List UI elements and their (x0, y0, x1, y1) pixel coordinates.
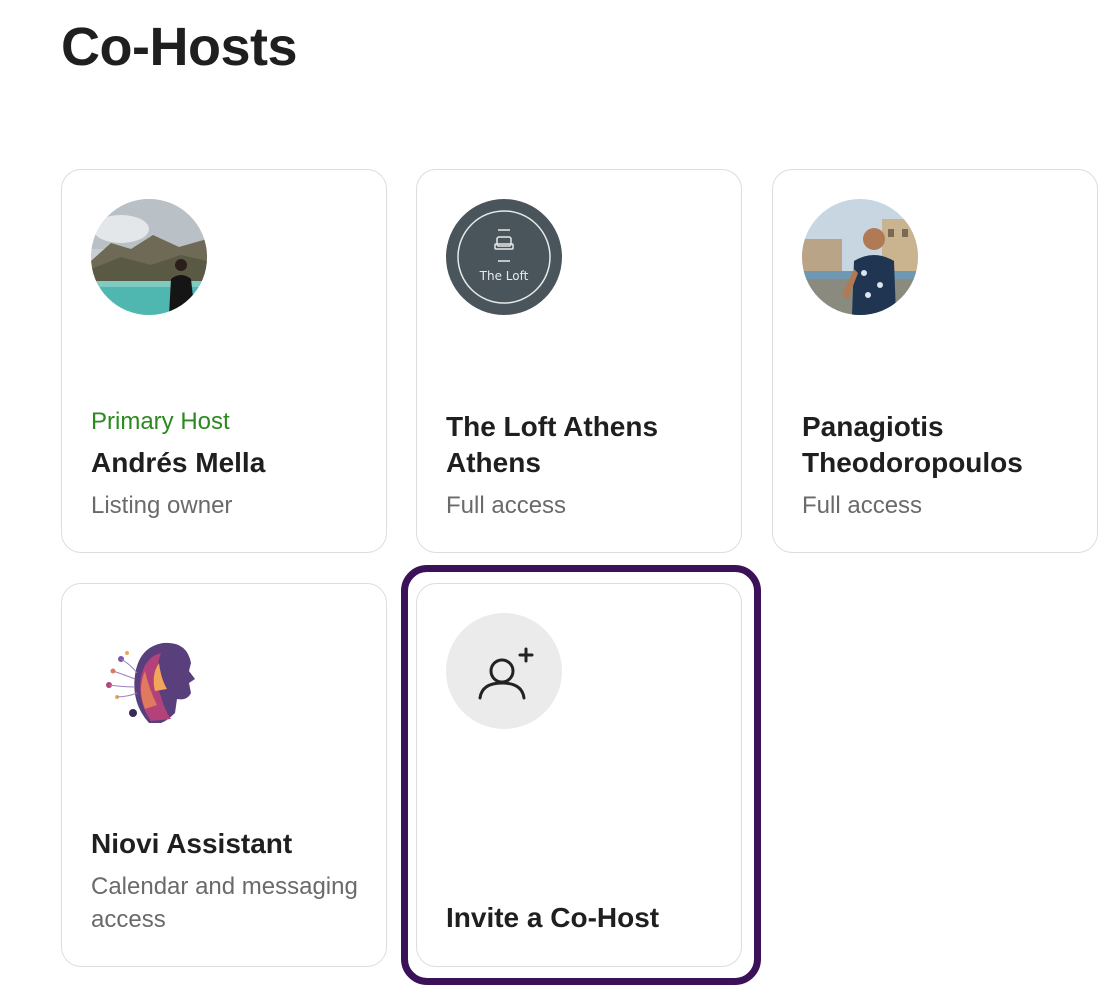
add-person-icon (478, 647, 534, 700)
page-title: Co-Hosts (61, 17, 298, 77)
cohost-name: Niovi Assistant (91, 828, 293, 859)
the-loft-logo: The Loft (446, 199, 562, 315)
primary-host-label: Primary Host (91, 407, 230, 435)
cohost-access: Full access (802, 492, 923, 519)
cohost-name: The Loft Athens Athens (446, 411, 659, 478)
ai-woman-profile-icon (91, 613, 207, 729)
cohost-access: Listing owner (91, 492, 233, 519)
logo-text: The Loft (479, 269, 529, 283)
cohost-card-the-loft[interactable]: The Loft The Loft Athens Athens Full acc… (416, 169, 742, 553)
avatar (91, 199, 207, 315)
cohost-card-niovi-assistant[interactable]: Niovi Assistant Calendar and messaging a… (61, 583, 387, 967)
invite-cohost-button[interactable]: Invite a Co-Host (416, 583, 742, 967)
cohost-name: Panagiotis Theodoropoulos (802, 411, 1023, 478)
cohost-card-andres-mella[interactable]: Primary Host Andrés Mella Listing owner (61, 169, 387, 553)
cohost-access: Full access (446, 492, 567, 519)
invite-icon-circle (446, 613, 562, 729)
avatar (802, 199, 918, 315)
cohost-name: Andrés Mella (91, 447, 266, 478)
cohost-card-panagiotis[interactable]: Panagiotis Theodoropoulos Full access (772, 169, 1098, 553)
invite-label: Invite a Co-Host (446, 902, 660, 933)
cohost-access: Calendar and messaging access (91, 873, 358, 933)
